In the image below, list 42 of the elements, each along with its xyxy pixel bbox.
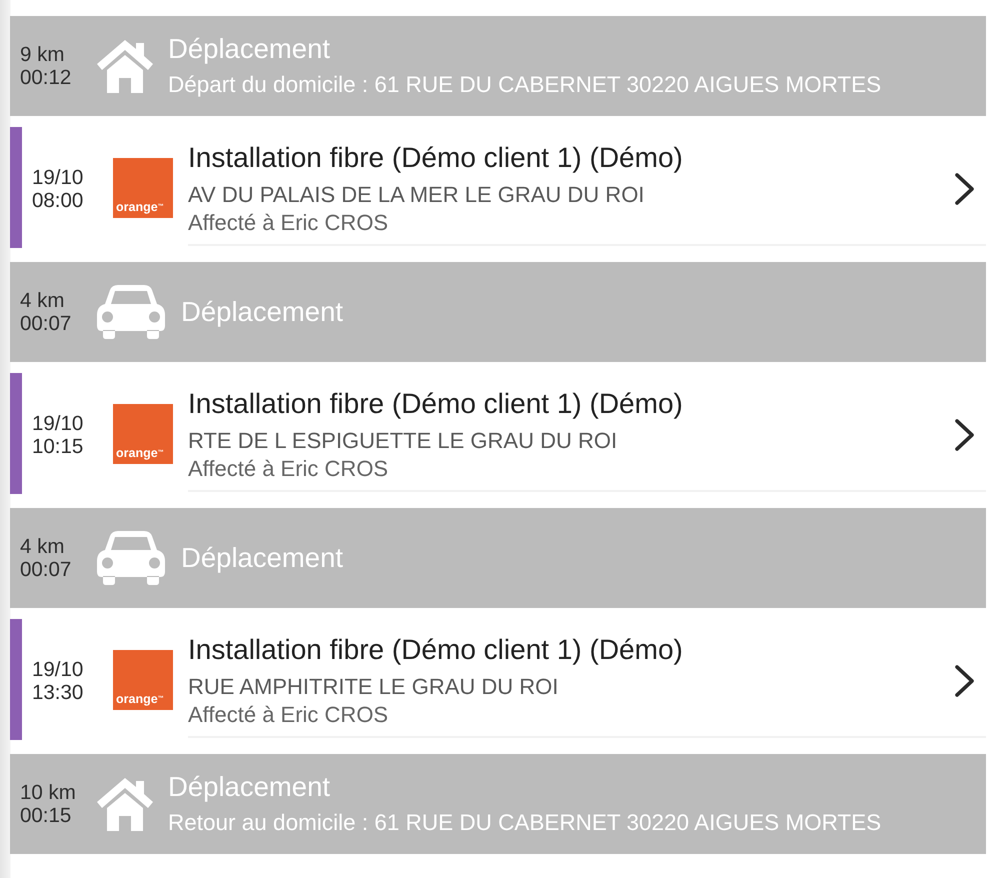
distance-text: 9 km bbox=[20, 43, 64, 66]
assignee-text: Affecté à Eric CROS bbox=[188, 455, 388, 483]
distance-text: 4 km bbox=[20, 289, 64, 312]
brand-logo: orange$^{™}$ bbox=[113, 158, 173, 218]
job-card[interactable]: 19/10 08:00 orange$^{™}$ Installation fibre (Démo client 1) (Démo) AV DU PALAIS DE LA MER LE GRAU DU ROI Affecté à Eric CROS bbox=[10, 127, 986, 248]
car-icon bbox=[97, 531, 165, 585]
date-text: 19/10 bbox=[32, 658, 84, 680]
job-address: RUE AMPHITRITE LE GRAU DU ROI bbox=[188, 673, 558, 701]
distance-text: 10 km bbox=[20, 781, 76, 804]
date-text: 19/10 bbox=[32, 166, 84, 188]
date-text: 19/10 bbox=[32, 412, 84, 434]
time-text: 08:00 bbox=[32, 188, 84, 212]
travel-title: Déplacement bbox=[168, 771, 330, 803]
distance-text: 4 km bbox=[20, 535, 64, 558]
travel-title: Déplacement bbox=[168, 33, 330, 65]
time-text: 13:30 bbox=[32, 680, 84, 704]
travel-address: Retour au domicile : 61 RUE DU CABERNET 30220 AIGUES MORTES bbox=[168, 809, 882, 837]
chevron-icon bbox=[955, 172, 975, 204]
job-title: Installation fibre (Démo client 1) (Démo) bbox=[188, 141, 683, 175]
travel-title: Déplacement bbox=[181, 296, 344, 328]
brand-logo: orange$^{™}$ bbox=[113, 650, 173, 710]
job-address: AV DU PALAIS DE LA MER LE GRAU DU ROI bbox=[188, 181, 644, 209]
time-text: 10:15 bbox=[32, 434, 84, 458]
duration-text: 00:12 bbox=[20, 66, 72, 89]
assignee-text: Affecté à Eric CROS bbox=[188, 209, 388, 237]
job-address: RTE DE L ESPIGUETTE LE GRAU DU ROI bbox=[188, 427, 618, 455]
duration-text: 00:15 bbox=[20, 804, 72, 827]
brand-logo: orange$^{™}$ bbox=[113, 404, 173, 464]
job-card[interactable]: 19/10 10:15 orange$^{™}$ Installation fibre (Démo client 1) (Démo) RTE DE L ESPIGUETTE LE GRAU DU ROI Affecté à Eric CROS bbox=[10, 373, 986, 494]
duration-text: 00:07 bbox=[20, 558, 72, 581]
travel-address: Départ du domicile : 61 RUE DU CABERNET 30220 AIGUES MORTES bbox=[168, 71, 882, 99]
house-icon bbox=[97, 777, 153, 831]
job-card[interactable]: 19/10 13:30 orange$^{™}$ Installation fibre (Démo client 1) (Démo) RUE AMPHITRITE LE GRAU DU ROI Affecté à Eric CROS bbox=[10, 619, 986, 740]
chevron-icon bbox=[955, 664, 975, 696]
travel-title: Déplacement bbox=[181, 542, 344, 574]
job-title: Installation fibre (Démo client 1) (Démo) bbox=[188, 633, 683, 667]
duration-text: 00:07 bbox=[20, 312, 72, 335]
house-icon bbox=[97, 39, 153, 93]
job-title: Installation fibre (Démo client 1) (Démo) bbox=[188, 387, 683, 421]
assignee-text: Affecté à Eric CROS bbox=[188, 701, 388, 729]
car-icon bbox=[97, 285, 165, 339]
chevron-icon bbox=[955, 418, 975, 450]
